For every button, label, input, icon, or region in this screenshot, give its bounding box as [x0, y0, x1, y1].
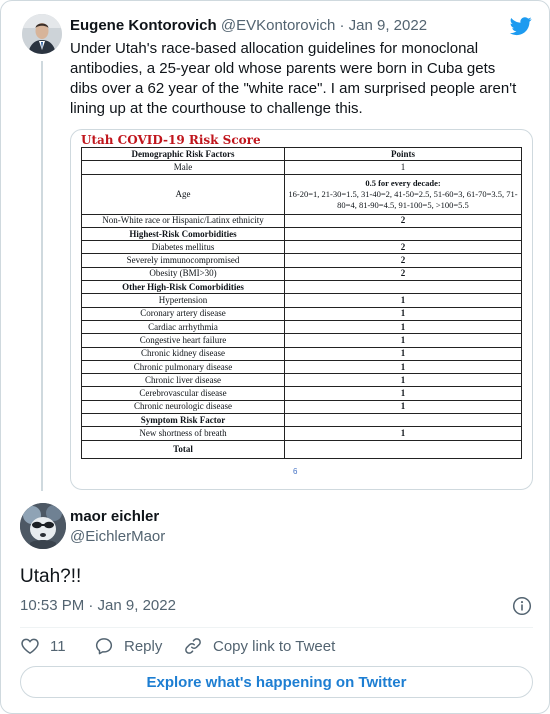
- reply-author-name[interactable]: maor eichler: [70, 507, 159, 527]
- points-cell: 1: [284, 346, 522, 361]
- risk-score-table: Demographic Risk Factors Points Male 1 A…: [81, 146, 522, 459]
- points-cell: 2: [284, 253, 522, 268]
- copy-link-label: Copy link to Tweet: [213, 637, 336, 655]
- factor-cell: Chronic kidney disease: [81, 346, 285, 361]
- table-row: Cardiac arrhythmia 1: [81, 319, 522, 335]
- reply-label: Reply: [124, 637, 163, 655]
- points-cell: 1: [284, 386, 522, 401]
- thread-connector-line: [41, 61, 43, 491]
- factor-cell: Chronic liver disease: [81, 373, 285, 388]
- points-cell: 1: [284, 319, 522, 335]
- table-row: Chronic liver disease 1: [81, 373, 522, 388]
- section-heading-cell: Highest-Risk Comorbidities: [81, 226, 285, 242]
- copy-link-button[interactable]: Copy link to Tweet: [183, 635, 335, 657]
- table-total-row: Total: [81, 439, 522, 459]
- table-row: Non-White race or Hispanic/Latinx ethnic…: [81, 213, 522, 228]
- author-name[interactable]: Eugene Kontorovich: [70, 17, 217, 34]
- reply-timestamp-link[interactable]: 10:53 PM · Jan 9, 2022: [20, 596, 176, 616]
- heart-icon: [21, 638, 39, 654]
- empty-cell: [284, 280, 522, 295]
- age-points-heading: 0.5 for every decade:: [365, 177, 441, 188]
- factor-cell: Obesity (BMI>30): [81, 266, 285, 282]
- author-handle[interactable]: @EVKontorovich: [221, 17, 335, 34]
- author-avatar[interactable]: [22, 14, 62, 54]
- table-header-cell: Points: [284, 146, 522, 162]
- like-count: 11: [50, 637, 66, 655]
- quoted-tweet-header: Eugene Kontorovich @EVKontorovich · Jan …: [70, 16, 427, 36]
- empty-cell: [284, 226, 522, 242]
- table-row: Severely immunocompromised 2: [81, 253, 522, 268]
- table-section-row: Highest-Risk Comorbidities: [81, 226, 522, 242]
- table-row: New shortness of breath 1: [81, 426, 522, 441]
- factor-cell: Male: [81, 160, 285, 175]
- actions-divider: [20, 627, 533, 628]
- factor-cell: Severely immunocompromised: [81, 253, 285, 268]
- factor-cell: New shortness of breath: [81, 426, 285, 441]
- link-icon: [185, 638, 201, 654]
- age-points-detail: 16-20=1, 21-30=1.5, 31-40=2, 41-50=2.5, …: [288, 188, 518, 210]
- reply-author-avatar[interactable]: [20, 503, 66, 549]
- reply-author-handle[interactable]: @EichlerMaor: [70, 527, 165, 547]
- points-cell: 1: [284, 160, 522, 175]
- factor-cell: Coronary artery disease: [81, 306, 285, 321]
- total-label-cell: Total: [81, 439, 285, 459]
- points-cell: 1: [284, 293, 522, 308]
- table-row: Age 0.5 for every decade: 16-20=1, 21-30…: [81, 173, 522, 215]
- points-cell: 1: [284, 373, 522, 388]
- section-heading-cell: Other High-Risk Comorbidities: [81, 280, 285, 295]
- document-title: Utah COVID-19 Risk Score: [81, 133, 261, 147]
- points-cell: 2: [284, 240, 522, 255]
- reply-tweet-text: Utah?!!: [20, 566, 82, 587]
- table-section-row: Symptom Risk Factor: [81, 413, 522, 428]
- points-cell: 1: [284, 399, 522, 415]
- total-value-cell: [284, 439, 522, 459]
- like-button[interactable]: 11: [20, 635, 66, 657]
- table-row: Chronic pulmonary disease 1: [81, 359, 522, 375]
- table-row: Congestive heart failure 1: [81, 333, 522, 348]
- speech-bubble-icon: [95, 638, 113, 655]
- tweet-actions-bar: 11 Reply Copy link to Tweet: [20, 635, 533, 657]
- points-cell: 1: [284, 426, 522, 441]
- factor-cell: Cerebrovascular disease: [81, 386, 285, 401]
- reply-button[interactable]: Reply: [94, 635, 162, 657]
- points-cell: 2: [284, 213, 522, 228]
- twitter-bird-icon[interactable]: [509, 15, 533, 37]
- table-header-cell: Demographic Risk Factors: [81, 146, 285, 162]
- table-row: Obesity (BMI>30) 2: [81, 266, 522, 282]
- tweet-date-link[interactable]: Jan 9, 2022: [349, 17, 427, 34]
- age-points-cell: 0.5 for every decade: 16-20=1, 21-30=1.5…: [284, 173, 522, 215]
- header-separator: ·: [339, 17, 345, 34]
- table-section-row: Other High-Risk Comorbidities: [81, 280, 522, 295]
- factor-cell: Non-White race or Hispanic/Latinx ethnic…: [81, 213, 285, 228]
- factor-cell: Cardiac arrhythmia: [81, 319, 285, 335]
- table-row: Diabetes mellitus 2: [81, 240, 522, 255]
- explore-twitter-button[interactable]: Explore what's happening on Twitter: [20, 666, 533, 698]
- table-row: Cerebrovascular disease 1: [81, 386, 522, 401]
- table-row: Hypertension 1: [81, 293, 522, 308]
- tweet-embed-card: Eugene Kontorovich @EVKontorovich · Jan …: [0, 0, 550, 714]
- points-cell: 2: [284, 266, 522, 282]
- table-row: Chronic kidney disease 1: [81, 346, 522, 361]
- tweet-media-image[interactable]: Utah COVID-19 Risk Score Demographic Ris…: [70, 129, 533, 490]
- factor-cell: Chronic neurologic disease: [81, 399, 285, 415]
- table-row: Coronary artery disease 1: [81, 306, 522, 321]
- table-row: Male 1: [81, 160, 522, 175]
- points-cell: 1: [284, 359, 522, 375]
- factor-cell: Hypertension: [81, 293, 285, 308]
- table-header-row: Demographic Risk Factors Points: [81, 146, 522, 162]
- factor-cell: Age: [81, 173, 285, 215]
- document-page-number: 6: [293, 467, 298, 476]
- factor-cell: Congestive heart failure: [81, 333, 285, 348]
- section-heading-cell: Symptom Risk Factor: [81, 413, 285, 428]
- info-icon[interactable]: [512, 596, 532, 616]
- table-row: Chronic neurologic disease 1: [81, 399, 522, 415]
- empty-cell: [284, 413, 522, 428]
- points-cell: 1: [284, 333, 522, 348]
- points-cell: 1: [284, 306, 522, 321]
- factor-cell: Diabetes mellitus: [81, 240, 285, 255]
- quoted-tweet-text: Under Utah's race-based allocation guide…: [70, 40, 517, 117]
- factor-cell: Chronic pulmonary disease: [81, 359, 285, 375]
